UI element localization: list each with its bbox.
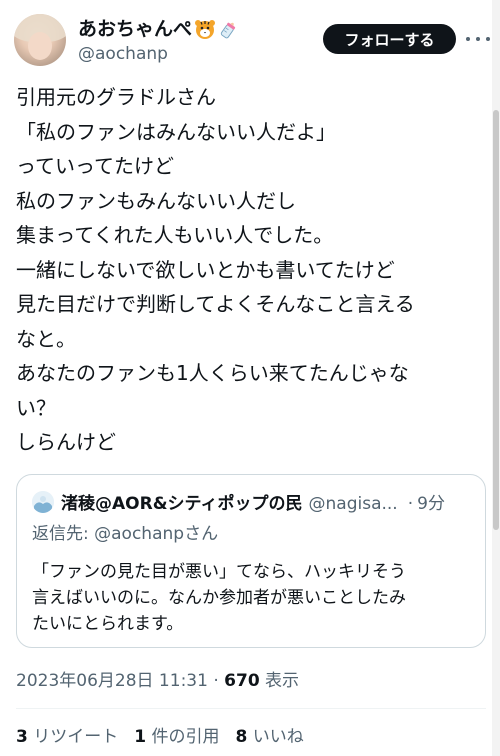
more-icon[interactable] [466,29,490,49]
name-row[interactable]: あおちゃんぺ [78,16,240,42]
quote-handle[interactable]: @nagisa... [309,494,398,514]
tiger-face-icon [195,20,216,39]
retweets-stat[interactable]: 3 リツイート [16,722,118,747]
tweet-line: 私のファンもみんないい人だし [16,188,296,213]
quote-display-name[interactable]: 渚稜@AOR&シティポップの民 [61,489,303,514]
more-dot [476,37,480,41]
scrollbar[interactable] [492,0,500,756]
retweets-count: 3 [16,727,28,747]
retweets-label: リツイート [27,727,119,747]
tweet-line: 引用元のグラドルさん [16,85,216,109]
tweet-header: あおちゃんぺ @aochanp フォローする [0,0,500,70]
more-dot [486,37,490,41]
follow-button[interactable]: フォローする [323,24,456,54]
likes-label: いいね [247,727,304,747]
tweet-line: 「私のファンはみんないい人だよ」 [16,119,336,144]
tweet-line: なと。 [16,326,76,351]
likes-stat[interactable]: 8 いいね [236,722,304,747]
quotes-count: 1 [134,727,147,747]
tweet-line: っていってたけど [16,154,174,178]
tweet-line: い？ [16,395,56,420]
tweet-line: あなたのファンも1人くらい来てたんじゃな [16,361,409,385]
handle[interactable]: @aochanp [78,44,168,64]
quotes-stat[interactable]: 1 件の引用 [134,722,219,747]
display-name[interactable]: あおちゃんぺ [78,16,192,42]
avatar[interactable] [14,14,66,66]
more-dot [466,37,470,41]
tweet-line: 集まってくれた人もいい人でした。 [16,223,334,247]
tweet-line: しらんけど [16,430,116,454]
quote-text: 「ファンの見た目が悪い」てなら、ハッキリそう 言えばいいのに。なんか参加者が悪い… [32,559,482,637]
views-count: 670 [224,671,260,691]
quoted-tweet[interactable]: 渚稜@AOR&シティポップの民 @nagisa... · 9分 返信先: @ao… [16,474,486,648]
quote-line: 「ファンの見た目が悪い」てなら、ハッキリそう [32,562,406,582]
tweet-datetime[interactable]: 2023年06月28日 11:31 [16,671,208,691]
views-label: 表示 [259,671,300,691]
reply-to-prefix: 返信先: [32,524,95,544]
quote-avatar[interactable] [32,491,54,513]
tweet-text: 引用元のグラドルさん 「私のファンはみんないい人だよ」 っていってたけど 私のフ… [16,80,492,460]
tweet-stats: 3 リツイート 1 件の引用 8 いいね [16,722,320,747]
quote-header: 渚稜@AOR&シティポップの民 @nagisa... · 9分 [61,489,445,514]
likes-count: 8 [235,727,248,747]
quote-line: たいにとられます。 [32,614,184,634]
tweet-meta: 2023年06月28日 11:31 · 670 表示 [16,666,299,691]
reply-to-handle[interactable]: @aochanpさん [94,524,218,544]
avatar-face [28,32,52,60]
scrollbar-thumb[interactable] [493,110,499,530]
quotes-label: 件の引用 [146,727,220,747]
divider [16,708,486,709]
quote-line: 言えばいいのに。なんか参加者が悪いことしたみ [32,588,406,608]
tweet-line: 見た目だけで判断してよくそんなこと言える [16,292,415,316]
quote-separator: · [407,494,414,514]
meta-separator: · [207,671,225,691]
tweet-line: 一緒にしないで欲しいとかも書いてたけど [16,257,395,282]
baby-bottle-icon [220,22,236,39]
quote-time[interactable]: 9分 [417,489,445,514]
quote-reply-to: 返信先: @aochanpさん [32,519,218,544]
